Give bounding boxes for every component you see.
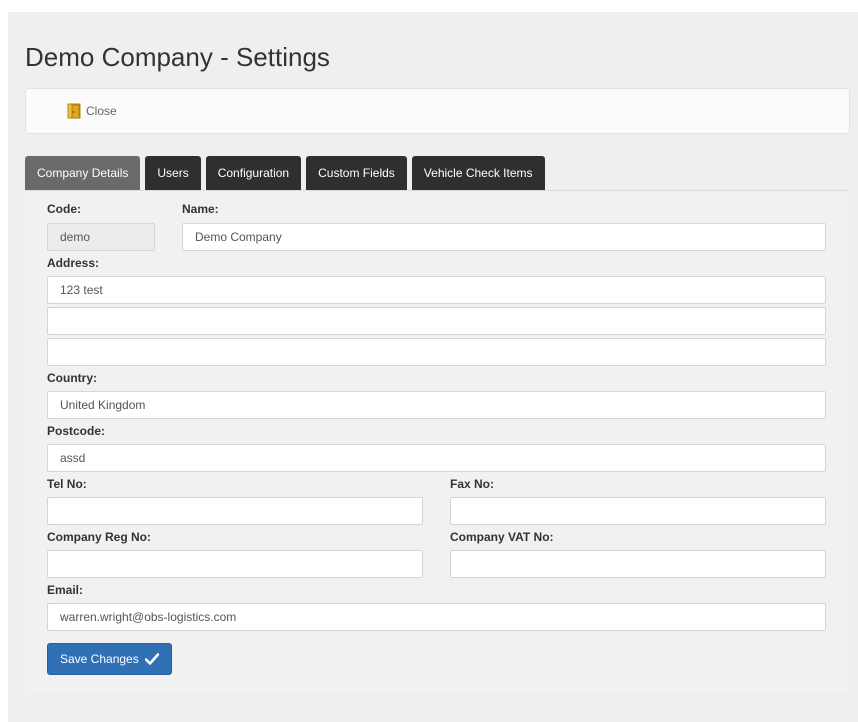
postcode-label: Postcode:: [47, 424, 106, 438]
postcode-field[interactable]: [47, 444, 826, 472]
company-vat-label: Company VAT No:: [450, 530, 554, 544]
code-label: Code:: [47, 202, 81, 216]
address-label: Address:: [47, 256, 100, 270]
toolbar: Close: [25, 88, 850, 134]
name-label: Name:: [182, 202, 219, 216]
code-field[interactable]: [47, 223, 155, 251]
tab-configuration[interactable]: Configuration: [205, 156, 302, 190]
company-details-panel: Code: Name: Address: Country: Postcode: …: [25, 190, 848, 691]
address-line2-field[interactable]: [47, 307, 826, 335]
tab-vehicle-check-items[interactable]: Vehicle Check Items: [411, 156, 545, 190]
fax-label: Fax No:: [450, 477, 495, 491]
tel-field[interactable]: [47, 497, 423, 525]
close-button[interactable]: Close: [67, 102, 117, 120]
close-label: Close: [86, 104, 117, 118]
save-changes-button[interactable]: Save Changes: [47, 643, 172, 675]
address-line1-field[interactable]: [47, 276, 826, 304]
page-title: Demo Company - Settings: [25, 42, 330, 72]
settings-page: Demo Company - Settings Close Company De…: [8, 12, 858, 722]
company-reg-field[interactable]: [47, 550, 423, 578]
country-label: Country:: [47, 371, 97, 385]
check-icon: [144, 653, 159, 665]
save-changes-label: Save Changes: [60, 652, 139, 666]
tel-label: Tel No:: [47, 477, 87, 491]
fax-field[interactable]: [450, 497, 826, 525]
company-reg-label: Company Reg No:: [47, 530, 152, 544]
country-field[interactable]: [47, 391, 826, 419]
tab-users[interactable]: Users: [145, 156, 201, 190]
company-vat-field[interactable]: [450, 550, 826, 578]
name-field[interactable]: [182, 223, 826, 251]
tab-bar: Company Details Users Configuration Cust…: [25, 156, 545, 190]
address-line3-field[interactable]: [47, 338, 826, 366]
email-label: Email:: [47, 583, 84, 597]
door-icon: [67, 103, 81, 119]
tab-custom-fields[interactable]: Custom Fields: [306, 156, 407, 190]
tab-company-details[interactable]: Company Details: [25, 156, 141, 190]
email-field[interactable]: [47, 603, 826, 631]
